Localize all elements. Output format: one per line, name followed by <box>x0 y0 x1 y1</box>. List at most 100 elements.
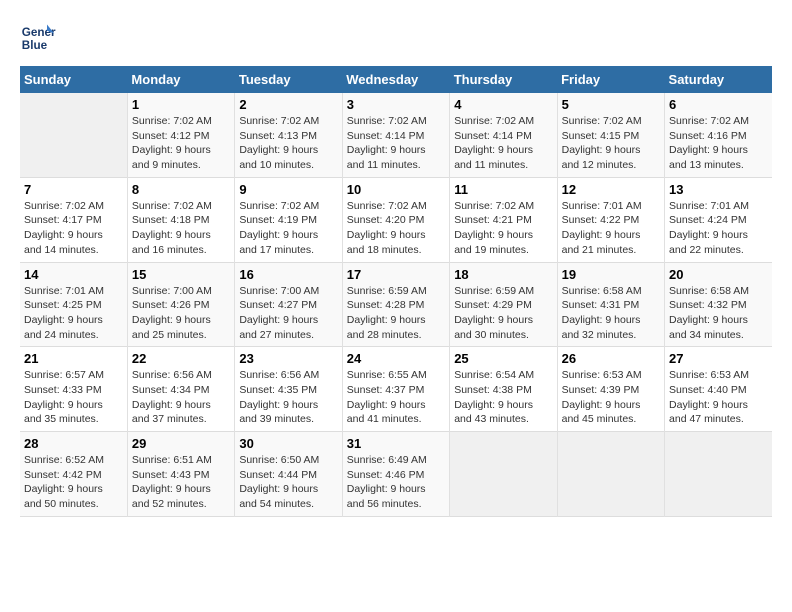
day-info: Sunrise: 7:02 AM Sunset: 4:16 PM Dayligh… <box>669 114 768 173</box>
day-info: Sunrise: 7:02 AM Sunset: 4:18 PM Dayligh… <box>132 199 230 258</box>
day-number: 12 <box>562 182 660 197</box>
day-info: Sunrise: 6:57 AM Sunset: 4:33 PM Dayligh… <box>24 368 123 427</box>
day-info: Sunrise: 7:02 AM Sunset: 4:14 PM Dayligh… <box>347 114 445 173</box>
day-info: Sunrise: 6:59 AM Sunset: 4:28 PM Dayligh… <box>347 284 445 343</box>
calendar-table: SundayMondayTuesdayWednesdayThursdayFrid… <box>20 66 772 517</box>
calendar-cell: 16 Sunrise: 7:00 AM Sunset: 4:27 PM Dayl… <box>235 262 342 347</box>
day-info: Sunrise: 6:58 AM Sunset: 4:32 PM Dayligh… <box>669 284 768 343</box>
day-info: Sunrise: 7:02 AM Sunset: 4:21 PM Dayligh… <box>454 199 552 258</box>
day-info: Sunrise: 6:53 AM Sunset: 4:39 PM Dayligh… <box>562 368 660 427</box>
calendar-cell: 2 Sunrise: 7:02 AM Sunset: 4:13 PM Dayli… <box>235 93 342 177</box>
calendar-cell: 10 Sunrise: 7:02 AM Sunset: 4:20 PM Dayl… <box>342 177 449 262</box>
day-info: Sunrise: 7:01 AM Sunset: 4:24 PM Dayligh… <box>669 199 768 258</box>
day-number: 27 <box>669 351 768 366</box>
weekday-header: Tuesday <box>235 66 342 93</box>
calendar-cell: 19 Sunrise: 6:58 AM Sunset: 4:31 PM Dayl… <box>557 262 664 347</box>
calendar-cell: 9 Sunrise: 7:02 AM Sunset: 4:19 PM Dayli… <box>235 177 342 262</box>
calendar-cell: 20 Sunrise: 6:58 AM Sunset: 4:32 PM Dayl… <box>665 262 772 347</box>
day-info: Sunrise: 6:50 AM Sunset: 4:44 PM Dayligh… <box>239 453 337 512</box>
day-number: 8 <box>132 182 230 197</box>
calendar-cell <box>557 432 664 517</box>
day-info: Sunrise: 7:02 AM Sunset: 4:20 PM Dayligh… <box>347 199 445 258</box>
calendar-cell: 29 Sunrise: 6:51 AM Sunset: 4:43 PM Dayl… <box>127 432 234 517</box>
day-info: Sunrise: 7:00 AM Sunset: 4:26 PM Dayligh… <box>132 284 230 343</box>
calendar-cell: 24 Sunrise: 6:55 AM Sunset: 4:37 PM Dayl… <box>342 347 449 432</box>
calendar-cell: 30 Sunrise: 6:50 AM Sunset: 4:44 PM Dayl… <box>235 432 342 517</box>
day-info: Sunrise: 7:02 AM Sunset: 4:19 PM Dayligh… <box>239 199 337 258</box>
day-number: 17 <box>347 267 445 282</box>
day-info: Sunrise: 6:54 AM Sunset: 4:38 PM Dayligh… <box>454 368 552 427</box>
calendar-cell: 8 Sunrise: 7:02 AM Sunset: 4:18 PM Dayli… <box>127 177 234 262</box>
day-info: Sunrise: 6:52 AM Sunset: 4:42 PM Dayligh… <box>24 453 123 512</box>
day-number: 26 <box>562 351 660 366</box>
day-number: 22 <box>132 351 230 366</box>
day-number: 31 <box>347 436 445 451</box>
calendar-cell: 28 Sunrise: 6:52 AM Sunset: 4:42 PM Dayl… <box>20 432 127 517</box>
logo: General Blue <box>20 20 60 56</box>
day-number: 4 <box>454 97 552 112</box>
day-info: Sunrise: 7:01 AM Sunset: 4:25 PM Dayligh… <box>24 284 123 343</box>
calendar-week-row: 7 Sunrise: 7:02 AM Sunset: 4:17 PM Dayli… <box>20 177 772 262</box>
day-info: Sunrise: 7:02 AM Sunset: 4:12 PM Dayligh… <box>132 114 230 173</box>
day-info: Sunrise: 7:01 AM Sunset: 4:22 PM Dayligh… <box>562 199 660 258</box>
day-number: 9 <box>239 182 337 197</box>
calendar-cell: 23 Sunrise: 6:56 AM Sunset: 4:35 PM Dayl… <box>235 347 342 432</box>
calendar-cell: 5 Sunrise: 7:02 AM Sunset: 4:15 PM Dayli… <box>557 93 664 177</box>
day-number: 21 <box>24 351 123 366</box>
day-number: 13 <box>669 182 768 197</box>
day-number: 1 <box>132 97 230 112</box>
day-number: 10 <box>347 182 445 197</box>
day-number: 29 <box>132 436 230 451</box>
day-info: Sunrise: 6:53 AM Sunset: 4:40 PM Dayligh… <box>669 368 768 427</box>
day-info: Sunrise: 6:51 AM Sunset: 4:43 PM Dayligh… <box>132 453 230 512</box>
weekday-header: Friday <box>557 66 664 93</box>
day-number: 28 <box>24 436 123 451</box>
calendar-cell: 14 Sunrise: 7:01 AM Sunset: 4:25 PM Dayl… <box>20 262 127 347</box>
calendar-cell: 22 Sunrise: 6:56 AM Sunset: 4:34 PM Dayl… <box>127 347 234 432</box>
day-info: Sunrise: 6:49 AM Sunset: 4:46 PM Dayligh… <box>347 453 445 512</box>
day-number: 3 <box>347 97 445 112</box>
day-info: Sunrise: 6:58 AM Sunset: 4:31 PM Dayligh… <box>562 284 660 343</box>
calendar-cell: 31 Sunrise: 6:49 AM Sunset: 4:46 PM Dayl… <box>342 432 449 517</box>
calendar-week-row: 21 Sunrise: 6:57 AM Sunset: 4:33 PM Dayl… <box>20 347 772 432</box>
day-number: 19 <box>562 267 660 282</box>
day-number: 5 <box>562 97 660 112</box>
calendar-cell: 15 Sunrise: 7:00 AM Sunset: 4:26 PM Dayl… <box>127 262 234 347</box>
calendar-week-row: 14 Sunrise: 7:01 AM Sunset: 4:25 PM Dayl… <box>20 262 772 347</box>
calendar-week-row: 1 Sunrise: 7:02 AM Sunset: 4:12 PM Dayli… <box>20 93 772 177</box>
day-number: 7 <box>24 182 123 197</box>
day-number: 11 <box>454 182 552 197</box>
calendar-cell: 7 Sunrise: 7:02 AM Sunset: 4:17 PM Dayli… <box>20 177 127 262</box>
weekday-header: Saturday <box>665 66 772 93</box>
day-number: 25 <box>454 351 552 366</box>
weekday-header: Thursday <box>450 66 557 93</box>
calendar-cell <box>450 432 557 517</box>
calendar-cell: 11 Sunrise: 7:02 AM Sunset: 4:21 PM Dayl… <box>450 177 557 262</box>
weekday-header: Monday <box>127 66 234 93</box>
calendar-cell: 6 Sunrise: 7:02 AM Sunset: 4:16 PM Dayli… <box>665 93 772 177</box>
day-info: Sunrise: 6:56 AM Sunset: 4:35 PM Dayligh… <box>239 368 337 427</box>
calendar-week-row: 28 Sunrise: 6:52 AM Sunset: 4:42 PM Dayl… <box>20 432 772 517</box>
calendar-cell: 12 Sunrise: 7:01 AM Sunset: 4:22 PM Dayl… <box>557 177 664 262</box>
day-info: Sunrise: 6:59 AM Sunset: 4:29 PM Dayligh… <box>454 284 552 343</box>
calendar-cell <box>20 93 127 177</box>
day-number: 14 <box>24 267 123 282</box>
day-number: 23 <box>239 351 337 366</box>
calendar-cell <box>665 432 772 517</box>
calendar-cell: 21 Sunrise: 6:57 AM Sunset: 4:33 PM Dayl… <box>20 347 127 432</box>
day-number: 16 <box>239 267 337 282</box>
svg-text:General: General <box>22 26 56 39</box>
svg-text:Blue: Blue <box>22 39 48 52</box>
day-info: Sunrise: 7:02 AM Sunset: 4:14 PM Dayligh… <box>454 114 552 173</box>
calendar-cell: 25 Sunrise: 6:54 AM Sunset: 4:38 PM Dayl… <box>450 347 557 432</box>
day-number: 6 <box>669 97 768 112</box>
day-number: 24 <box>347 351 445 366</box>
day-info: Sunrise: 7:00 AM Sunset: 4:27 PM Dayligh… <box>239 284 337 343</box>
calendar-cell: 27 Sunrise: 6:53 AM Sunset: 4:40 PM Dayl… <box>665 347 772 432</box>
day-info: Sunrise: 7:02 AM Sunset: 4:15 PM Dayligh… <box>562 114 660 173</box>
calendar-cell: 4 Sunrise: 7:02 AM Sunset: 4:14 PM Dayli… <box>450 93 557 177</box>
logo-icon: General Blue <box>20 20 56 56</box>
weekday-header: Sunday <box>20 66 127 93</box>
day-number: 30 <box>239 436 337 451</box>
day-info: Sunrise: 7:02 AM Sunset: 4:17 PM Dayligh… <box>24 199 123 258</box>
